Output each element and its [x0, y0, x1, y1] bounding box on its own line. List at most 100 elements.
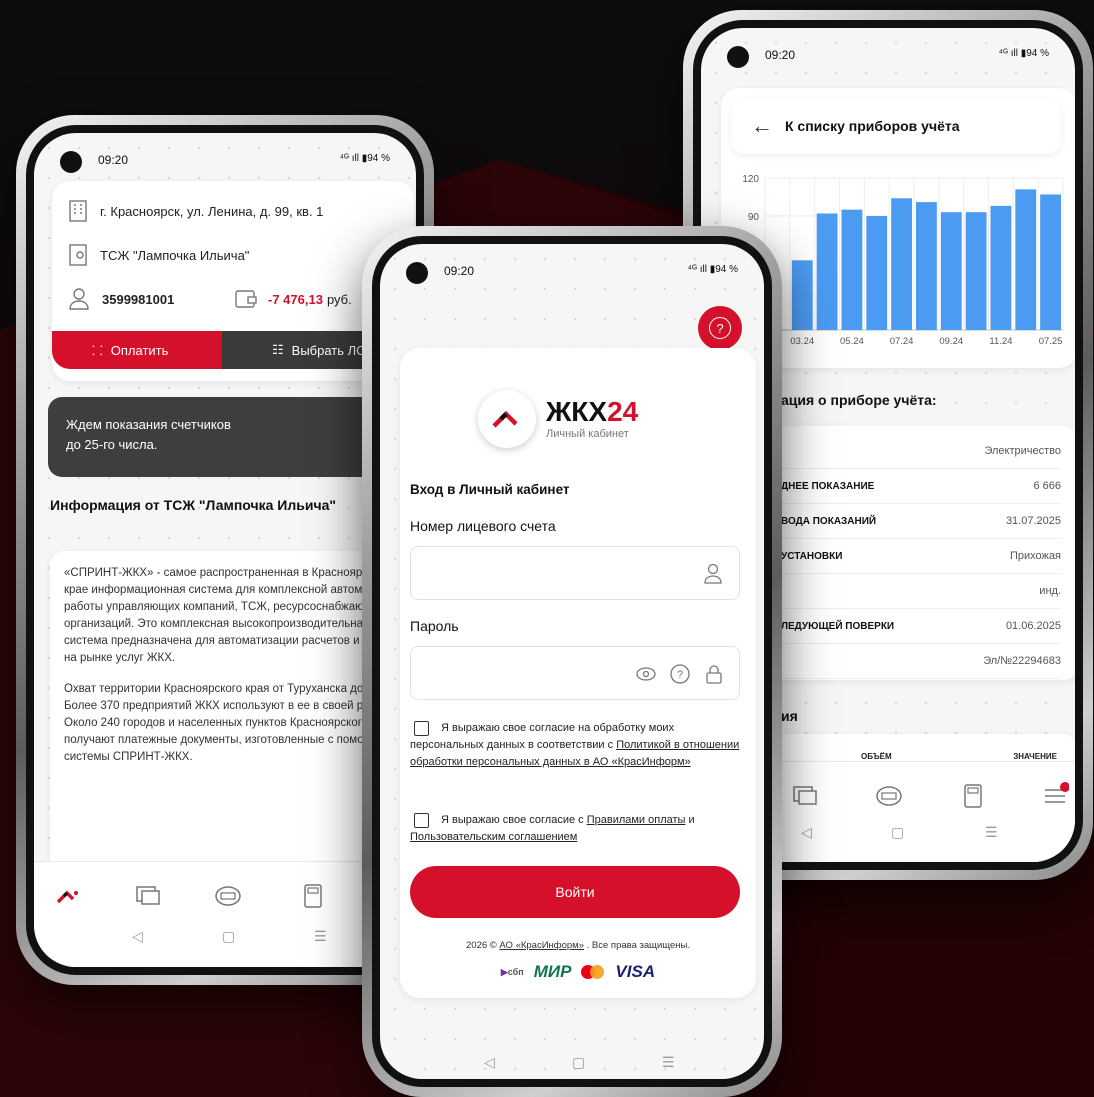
device-info-row: инд.: [781, 573, 1061, 609]
home-nav-icon[interactable]: ▢: [891, 824, 904, 841]
status-time: 09:20: [765, 48, 796, 62]
balance-currency: руб.: [326, 291, 352, 307]
device-info-row: УСТАНОВКИ Прихожая: [781, 538, 1061, 574]
column-volume: ОБЪЁМ: [861, 752, 892, 761]
home-logo-icon[interactable]: [54, 882, 82, 910]
eye-icon[interactable]: [635, 663, 657, 685]
chat-icon[interactable]: [791, 782, 819, 810]
consent-checkbox-2[interactable]: [414, 812, 429, 828]
camera-cutout: [406, 262, 428, 284]
chart-bar: [1015, 189, 1037, 330]
status-bar: 09:20 ⁴ᴳ ıll ▮94 %: [380, 244, 764, 284]
camera-cutout: [60, 151, 82, 173]
account-input[interactable]: [410, 546, 740, 600]
recents-nav-icon[interactable]: ☰: [314, 928, 327, 945]
back-nav-icon[interactable]: ◁: [801, 824, 812, 841]
password-field-label: Пароль: [410, 618, 459, 634]
chat-icon[interactable]: [134, 882, 162, 910]
device-info-value: Электричество: [946, 434, 1061, 469]
device-info-value: Прихожая: [946, 538, 1061, 574]
pay-button-label: Оплатить: [110, 342, 169, 358]
device-info-value: инд.: [946, 573, 1061, 609]
device-info-label: [781, 434, 947, 469]
balance-amount: -7 476,13: [268, 291, 323, 307]
login-button-label: Войти: [555, 884, 595, 900]
x-tick-label: 07.25: [1039, 336, 1063, 347]
device-info-row: Эл/№22294683: [781, 643, 1061, 679]
login-button[interactable]: Войти: [410, 866, 740, 918]
company-link[interactable]: АО «КрасИнформ»: [499, 940, 584, 951]
qr-icon: ⸬: [92, 343, 103, 358]
device-info-label: [781, 643, 947, 679]
device-info-label: ЛЕДУЮЩЕЙ ПОВЕРКИ: [781, 608, 947, 644]
column-value: ЗНАЧЕНИЕ: [1013, 752, 1057, 761]
status-time: 09:20: [444, 264, 475, 278]
pay-button[interactable]: ⸬ Оплатить: [52, 331, 222, 369]
address-row: г. Красноярск, ул. Ленина, д. 99, кв. 1: [68, 199, 323, 223]
back-button-label: К списку приборов учёта: [785, 118, 960, 134]
device-info-value: 31.07.2025: [946, 503, 1061, 539]
back-button[interactable]: ← К списку приборов учёта: [731, 98, 1061, 154]
status-bar: 09:20 ⁴ᴳ ıll ▮94 %: [701, 28, 1075, 68]
status-signal: ⁴ᴳ ıll ▮94 %: [687, 264, 738, 275]
recents-nav-icon[interactable]: ☰: [985, 824, 998, 841]
recents-nav-icon[interactable]: ☰: [662, 1054, 675, 1071]
calculator-icon[interactable]: [299, 882, 327, 910]
home-nav-icon[interactable]: ▢: [572, 1054, 585, 1071]
meter-icon[interactable]: [875, 782, 903, 810]
device-info-label: ВОДА ПОКАЗАНИЙ: [781, 503, 947, 539]
news-title: Информация от ТСЖ "Лампочка Ильича": [50, 497, 337, 513]
sbp-logo-icon: ▶сбп: [500, 966, 524, 977]
address-text: г. Красноярск, ул. Ленина, д. 99, кв. 1: [100, 203, 324, 219]
account-field-label: Номер лицевого счета: [410, 518, 556, 534]
chart-bar: [816, 213, 838, 330]
device-info-row: Электричество: [781, 434, 1061, 469]
chart-bar: [841, 209, 863, 330]
chart-bar: [891, 198, 912, 330]
device-info-title: ация о приборе учёта:: [781, 392, 937, 408]
payment-rules-link[interactable]: Правилами оплаты: [587, 814, 686, 826]
back-nav-icon[interactable]: ◁: [484, 1054, 495, 1071]
balance-row: -7 476,13 руб.: [234, 287, 352, 311]
home-nav-icon[interactable]: ▢: [222, 928, 235, 945]
device-info-label: ДНЕЕ ПОКАЗАНИЕ: [781, 468, 947, 504]
y-tick-label: 90: [748, 212, 760, 223]
device-info-label: УСТАНОВКИ: [781, 538, 947, 574]
logo-subtitle: Личный кабинет: [546, 428, 629, 440]
logo-number: 24: [607, 396, 639, 427]
calculator-icon[interactable]: [959, 782, 987, 810]
x-tick-label: 09.24: [939, 336, 963, 347]
help-circle-icon[interactable]: ?: [669, 663, 691, 685]
center-phone: 09:20 ⁴ᴳ ıll ▮94 % ? ЖКХ24 Личный кабине…: [362, 226, 782, 1097]
y-tick-label: 120: [742, 174, 759, 185]
question-icon: ?: [709, 317, 731, 339]
chart-bar: [990, 205, 1012, 330]
mir-logo-icon: МИР: [533, 962, 572, 981]
left-phone-screen: 09:20 ⁴ᴳ ıll ▮94 % г. Красноярск, ул. Ле…: [34, 133, 416, 967]
back-nav-icon[interactable]: ◁: [132, 928, 143, 945]
org-row: ТСЖ "Лампочка Ильича": [68, 243, 249, 267]
status-time: 09:20: [98, 153, 129, 167]
x-tick-label: 07.24: [890, 336, 914, 347]
device-info-label: [781, 573, 947, 609]
meter-reminder-banner[interactable]: Ждем показания счетчиков до 25-го числа.…: [48, 397, 416, 477]
consent-personal-data: Я выражаю свое согласие на обработку мои…: [410, 720, 740, 771]
logo-text: ЖКХ: [546, 396, 608, 427]
device-info-row: ВОДА ПОКАЗАНИЙ 31.07.2025: [781, 503, 1061, 539]
bottom-navigation: ◁ ▢ ☰: [34, 861, 416, 967]
device-info-value: Эл/№22294683: [946, 643, 1061, 679]
user-agreement-link[interactable]: Пользовательским соглашением: [410, 831, 577, 843]
x-tick-label: 03.24: [790, 336, 814, 347]
chart-bar: [866, 216, 888, 330]
logo-mark-icon: [478, 390, 536, 448]
password-input[interactable]: ?: [410, 646, 740, 700]
help-button[interactable]: ?: [698, 306, 742, 350]
payment-logos: ▶сбп МИР VISA: [400, 962, 756, 982]
consent-checkbox-1[interactable]: [414, 720, 429, 736]
menu-icon[interactable]: [1041, 782, 1069, 810]
device-info-row: ДНЕЕ ПОКАЗАНИЕ 6 666: [781, 468, 1061, 504]
list-icon: ☷: [272, 342, 284, 357]
choose-account-label: Выбрать ЛС: [291, 342, 366, 358]
account-card: г. Красноярск, ул. Ленина, д. 99, кв. 1 …: [52, 181, 414, 381]
meter-icon[interactable]: [214, 882, 242, 910]
